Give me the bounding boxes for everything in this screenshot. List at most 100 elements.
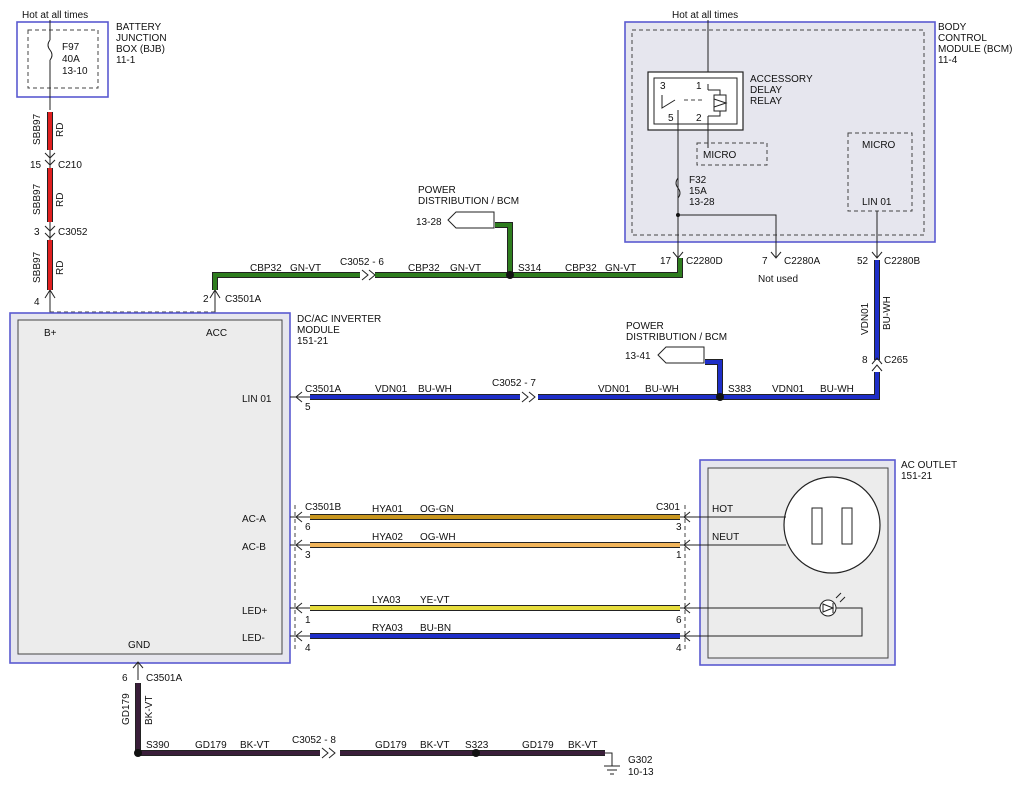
c3052-8-arrow-icon (321, 747, 336, 759)
gnd-conn: C3501A (146, 673, 182, 684)
cbp32-label-2: CBP32 (408, 263, 440, 274)
hya01-pin-left: 6 (305, 522, 311, 533)
gd179-seg1-color: BK-VT (240, 740, 269, 751)
gd179-vertical-circuit: GD179 (121, 693, 132, 725)
outlet-receptacle-icon (783, 476, 881, 574)
gd179-seg3-color: BK-VT (568, 740, 597, 751)
c3052-top-name: C3052 (58, 227, 88, 238)
relay-label-1: ACCESSORY (750, 74, 813, 85)
c210-pin: 15 (30, 160, 42, 171)
relay-label-2: DELAY (750, 85, 782, 96)
lin-row-pin: 5 (305, 402, 311, 413)
splice-s390 (134, 749, 142, 757)
c265-pin: 8 (862, 355, 868, 366)
hya02-pin-right: 1 (676, 550, 682, 561)
c2280b-name: C2280B (884, 256, 920, 267)
wire-rya03: RYA03 BU-BN 4 4 (305, 623, 682, 654)
hya01-circuit: HYA01 (372, 504, 403, 515)
ground-symbol-icon (604, 765, 620, 775)
lin-label: LIN 01 (242, 394, 272, 405)
bcm-fuse-ref: 13-28 (689, 197, 715, 208)
c265-name: C265 (884, 355, 908, 366)
inverter-title-3: 151-21 (297, 336, 329, 347)
c210-name: C210 (58, 160, 82, 171)
pd-mid-title-2: DISTRIBUTION / BCM (626, 332, 727, 343)
inverter-title-2: MODULE (297, 325, 340, 336)
sbb97-label-3: SBB97 (32, 251, 43, 283)
bcm-title-2: CONTROL (938, 33, 987, 44)
pd-mid-title-1: POWER (626, 321, 664, 332)
splice-s383 (716, 393, 724, 401)
sbb97-label-1: SBB97 (32, 113, 43, 145)
power-distribution-mid: POWER DISTRIBUTION / BCM 13-41 (625, 321, 727, 364)
wire-vdn01: VDN01 BU-WH 8 C265 C3501A 5 VDN01 BU-WH … (290, 260, 908, 413)
lin-seg3-color: BU-WH (820, 384, 854, 395)
connector-c3052-top: 3 C3052 (34, 222, 88, 240)
cbp32-color-3: GN-VT (605, 263, 636, 274)
lin-01-label: LIN 01 (862, 197, 892, 208)
b-plus-pin: 4 (34, 297, 40, 308)
ac-outlet: AC OUTLET 151-21 HOT NEUT (699, 459, 957, 666)
gd179-vertical-color: BK-VT (144, 696, 155, 725)
lin-mid-conn: C3052 - 7 (492, 378, 536, 389)
c3052-6-arrow-icon (361, 269, 376, 281)
bcm-title-3: MODULE (BCM) (938, 44, 1012, 55)
acc-connector: C3501A (225, 294, 261, 305)
inverter-pin-arrows-icon (295, 511, 303, 642)
pd-mid-ref: 13-41 (625, 351, 651, 362)
bcm-title-4: 11-4 (938, 55, 958, 66)
lin-seg1-circuit: VDN01 (375, 384, 408, 395)
relay-pin-2: 2 (696, 113, 702, 124)
lin-row-conn: C3501A (305, 384, 341, 395)
outlet-hot-label: HOT (712, 504, 733, 515)
c301-label: C301 (656, 502, 680, 513)
pd-top-ref: 13-28 (416, 217, 442, 228)
micro-right-label: MICRO (862, 140, 896, 151)
c3501b-label: C3501B (305, 502, 341, 513)
gd179-seg2-circuit: GD179 (375, 740, 407, 751)
rya03-pin-left: 4 (305, 643, 311, 654)
bjb-title-1: BATTERY (116, 22, 162, 33)
cbp32-color-1: GN-VT (290, 263, 321, 274)
bjb-hot-label: Hot at all times (22, 10, 88, 21)
relay-pin-5: 5 (668, 113, 674, 124)
ac-a-label: AC-A (242, 514, 266, 525)
bcm-hot-label: Hot at all times (672, 10, 738, 21)
ac-outlet-title-2: 151-21 (901, 471, 933, 482)
sbb97-label-2: SBB97 (32, 183, 43, 215)
sbb97-color-2: RD (55, 193, 66, 207)
splice-s383-label: S383 (728, 384, 752, 395)
ac-b-label: AC-B (242, 542, 266, 553)
micro-left-label: MICRO (703, 150, 737, 161)
led-pos-label: LED+ (242, 606, 267, 617)
c2280d-pin: 17 (660, 256, 672, 267)
page-ref-13-41-icon (657, 346, 705, 364)
cbp32-label-3: CBP32 (565, 263, 597, 274)
inverter-title-1: DC/AC INVERTER (297, 314, 381, 325)
ac-outlet-title-1: AC OUTLET (901, 460, 957, 471)
pd-top-title-1: POWER (418, 185, 456, 196)
rya03-pin-right: 4 (676, 643, 682, 654)
c2280a-name: C2280A (784, 256, 820, 267)
acc-label: ACC (206, 328, 227, 339)
wire-sbb97: SBB97 RD SBB97 RD SBB97 RD (32, 112, 66, 290)
bcm-title-1: BODY (938, 22, 967, 33)
bjb-fuse-name: F97 (62, 42, 80, 53)
relay-pin-1: 1 (696, 81, 702, 92)
hya01-pin-right: 3 (676, 522, 682, 533)
ac-wires: C3501B C301 HYA01 OG-GN 6 3 HYA02 OG-WH … (290, 502, 708, 654)
bjb-title-4: 11-1 (116, 55, 136, 66)
wire-hya02: HYA02 OG-WH 3 1 (305, 532, 682, 561)
lya03-pin-left: 1 (305, 615, 311, 626)
rya03-circuit: RYA03 (372, 623, 403, 634)
relay-label-3: RELAY (750, 96, 782, 107)
c3052-7-arrow-icon (521, 391, 536, 403)
bjb-title-2: JUNCTION (116, 33, 167, 44)
connectors-c2280: 17 C2280D 7 C2280A Not used 52 C2280B (660, 251, 920, 285)
hya01-color: OG-GN (420, 504, 454, 515)
battery-junction-box: Hot at all times F97 40A 13-10 BATTERY J… (16, 10, 167, 110)
b-plus-label: B+ (44, 328, 57, 339)
lya03-pin-right: 6 (676, 615, 682, 626)
sbb97-color-1: RD (55, 123, 66, 137)
c2280a-note: Not used (758, 274, 798, 285)
